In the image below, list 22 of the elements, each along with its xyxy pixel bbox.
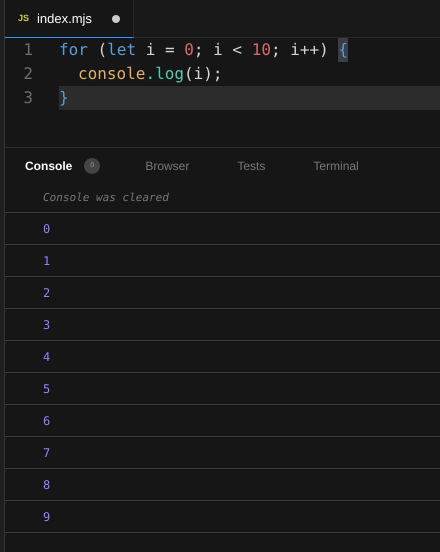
console-value: 1 xyxy=(43,252,50,270)
console-value: 8 xyxy=(43,476,50,494)
panel-tab[interactable]: Terminal xyxy=(313,157,359,175)
js-file-icon: JS xyxy=(18,12,30,26)
console-value: 4 xyxy=(43,348,50,366)
code-line: console.log(i); xyxy=(77,63,224,85)
console-value: 7 xyxy=(43,444,50,462)
console-value: 6 xyxy=(43,412,50,430)
line-number: 2 xyxy=(22,63,34,85)
editor-tab[interactable]: JS index.mjs xyxy=(5,0,134,38)
line-number: 1 xyxy=(22,39,34,61)
code-line: for (let i = 0; i < 10; i++) { xyxy=(59,38,440,62)
panel-tab[interactable]: Tests xyxy=(237,157,266,175)
console-value: 9 xyxy=(43,508,50,526)
console-value: 0 xyxy=(43,220,50,238)
console-value: 2 xyxy=(43,284,50,302)
tab-label: index.mjs xyxy=(37,10,92,28)
line-number: 3 xyxy=(22,87,34,109)
console-value: 5 xyxy=(43,380,50,398)
panel-tab[interactable]: Browser xyxy=(145,157,190,175)
console-value: 3 xyxy=(43,316,50,334)
console-message: Console was cleared xyxy=(43,190,169,206)
